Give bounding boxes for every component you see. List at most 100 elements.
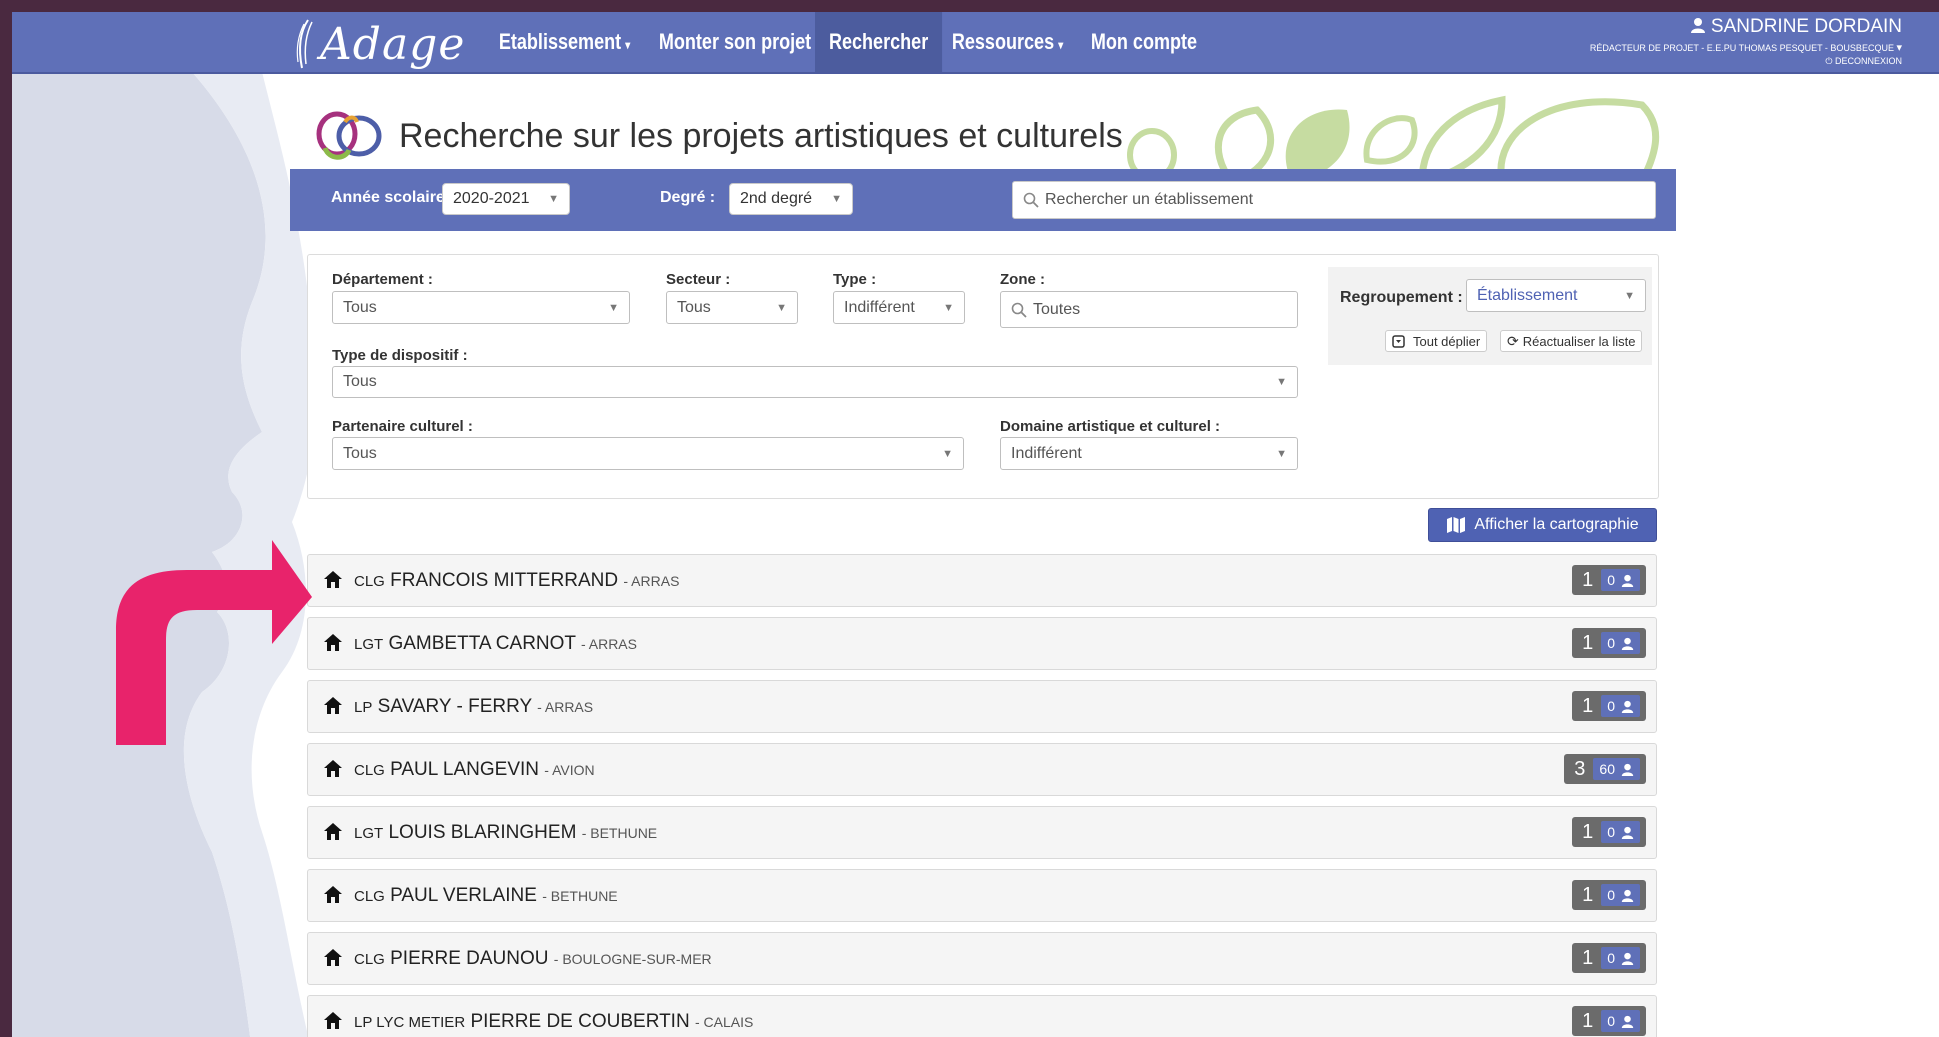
chevron-down-icon: ▾ (1058, 38, 1064, 52)
nav-monter-son-projet[interactable]: Monter son projet (649, 12, 821, 72)
nav-rechercher[interactable]: Rechercher (815, 12, 943, 72)
map-icon (1447, 517, 1466, 533)
expand-all-label: Tout déplier (1413, 333, 1481, 349)
user-icon (1621, 952, 1634, 965)
chevron-down-icon: ▼ (1276, 376, 1287, 388)
establishment-city: - ARRAS (623, 573, 680, 589)
chevron-down-icon: ▾ (1896, 42, 1902, 54)
departement-value: Tous (343, 298, 377, 316)
project-count: 1 (1582, 820, 1594, 843)
refresh-list-button[interactable]: ⟳ Réactualiser la liste (1500, 330, 1643, 352)
project-count-badge: 10 (1572, 565, 1646, 595)
project-count-badge: 3 60 (1564, 754, 1646, 784)
page-header: Recherche sur les projets artistiques et… (315, 110, 1123, 162)
user-icon (1621, 700, 1634, 713)
establishment-city: - AVION (544, 762, 595, 778)
project-count: 1 (1582, 946, 1594, 969)
nav-mon-compte-label: Mon compte (1090, 29, 1198, 54)
domaine-value: Indifférent (1011, 444, 1082, 462)
logout-link[interactable]: ⏻ DECONNEXION (1590, 56, 1902, 67)
nav-mon-compte[interactable]: Mon compte (1081, 12, 1207, 72)
result-row[interactable]: CLG PIERRE DAUNOU - BOULOGNE-SUR-MER 1 0 (307, 932, 1657, 985)
departement-select[interactable]: Tous ▼ (332, 291, 630, 324)
adage-logo[interactable]: Adage (294, 18, 465, 70)
refresh-label: Réactualiser la liste (1522, 333, 1636, 349)
expand-square-icon (1392, 334, 1405, 348)
result-row[interactable]: LGT LOUIS BLARINGHEM - BETHUNE 1 0 (307, 806, 1657, 859)
project-count: 1 (1582, 694, 1594, 717)
persons-count: 0 (1607, 698, 1615, 714)
domaine-select[interactable]: Indifférent ▼ (1000, 437, 1298, 470)
persons-count: 0 (1607, 887, 1615, 903)
persons-badge: 0 (1601, 632, 1640, 654)
result-row[interactable]: CLG PAUL VERLAINE - BETHUNE 1 0 (307, 869, 1657, 922)
type-select[interactable]: Indifférent ▼ (833, 291, 965, 324)
results-list: CLG FRANCOIS MITTERRAND - ARRAS 1 0 LGT GAM… (307, 554, 1657, 1037)
secteur-select[interactable]: Tous ▼ (666, 291, 798, 324)
persons-count: 0 (1607, 635, 1615, 651)
degree-value: 2nd degré (740, 190, 813, 207)
persons-badge: 60 (1593, 758, 1640, 780)
partenaire-label: Partenaire culturel : (332, 418, 473, 435)
home-icon (324, 886, 342, 903)
show-map-button[interactable]: Afficher la cartographie (1428, 508, 1657, 542)
establishment-name: LGT GAMBETTA CARNOT - ARRAS (354, 633, 637, 655)
result-row[interactable]: LP SAVARY - FERRY - ARRAS 1 0 (307, 680, 1657, 733)
establishment-type: LGT (354, 825, 384, 842)
user-icon (1621, 637, 1634, 650)
search-icon (1011, 302, 1027, 318)
result-row[interactable]: LP LYC METIER PIERRE DE COUBERTIN - CALA… (307, 995, 1657, 1037)
user-icon (1621, 889, 1634, 902)
page-title: Recherche sur les projets artistiques et… (399, 116, 1123, 155)
user-icon (1690, 18, 1705, 33)
result-row[interactable]: CLG PAUL LANGEVIN - AVION 3 60 (307, 743, 1657, 796)
result-row[interactable]: LGT GAMBETTA CARNOT - ARRAS 1 0 (307, 617, 1657, 670)
regroupement-select[interactable]: Établissement ▼ (1466, 279, 1646, 312)
establishment-city: - BETHUNE (581, 825, 658, 841)
secteur-label: Secteur : (666, 271, 731, 288)
dispositif-select[interactable]: Tous ▼ (332, 366, 1298, 398)
establishment-type: CLG (354, 951, 385, 968)
establishment-name: CLG FRANCOIS MITTERRAND - ARRAS (354, 570, 679, 592)
persons-badge: 0 (1601, 695, 1640, 717)
nav-etablissement[interactable]: Etablissement ▾ (489, 12, 640, 72)
persons-count: 0 (1607, 572, 1615, 588)
establishment-title: SAVARY - FERRY (377, 696, 532, 717)
zone-value: Toutes (1033, 300, 1081, 318)
zone-input[interactable]: Toutes (1000, 291, 1298, 328)
establishment-city: - BOULOGNE-SUR-MER (553, 951, 712, 967)
chevron-down-icon: ▼ (548, 193, 559, 205)
establishment-city: - ARRAS (580, 636, 637, 652)
establishment-type: CLG (354, 762, 385, 779)
nav-ressources[interactable]: Ressources ▾ (942, 12, 1073, 72)
regroupement-value: Établissement (1477, 286, 1578, 304)
show-map-label: Afficher la cartographie (1474, 516, 1639, 533)
project-count: 1 (1582, 631, 1594, 654)
user-menu[interactable]: SANDRINE DORDAIN RÉDACTEUR DE PROJET - E… (1590, 16, 1902, 67)
regroupement-box: Regroupement : Établissement ▼ Tout dépli… (1328, 267, 1652, 365)
secteur-value: Tous (677, 298, 711, 316)
establishment-city: - ARRAS (537, 699, 594, 715)
search-establishment-input[interactable]: Rechercher un établissement (1012, 181, 1656, 219)
result-row[interactable]: CLG FRANCOIS MITTERRAND - ARRAS 1 0 (307, 554, 1657, 607)
annotation-arrow-icon (116, 540, 312, 745)
degree-label: Degré : (660, 189, 716, 206)
expand-all-button[interactable]: Tout déplier (1385, 330, 1488, 352)
type-value: Indifférent (844, 298, 915, 316)
school-year-select[interactable]: 2020-2021 ▼ (442, 183, 570, 215)
filter-panel: Département : Tous ▼ Secteur : Tous ▼ Type… (307, 254, 1659, 499)
establishment-title: FRANCOIS MITTERRAND (390, 570, 619, 591)
dispositif-label: Type de dispositif : (332, 347, 468, 364)
project-count: 1 (1582, 1009, 1594, 1032)
degree-select[interactable]: 2nd degré ▼ (729, 183, 853, 215)
establishment-name: CLG PAUL VERLAINE - BETHUNE (354, 885, 618, 907)
home-icon (324, 823, 342, 840)
user-icon (1621, 1015, 1634, 1028)
establishment-type: CLG (354, 573, 385, 590)
establishment-name: CLG PAUL LANGEVIN - AVION (354, 759, 595, 781)
chevron-down-icon: ▾ (625, 38, 631, 52)
establishment-title: PAUL LANGEVIN (390, 759, 540, 780)
nav-ressources-label: Ressources (951, 29, 1055, 54)
partenaire-select[interactable]: Tous ▼ (332, 437, 964, 470)
user-icon (1621, 574, 1634, 587)
